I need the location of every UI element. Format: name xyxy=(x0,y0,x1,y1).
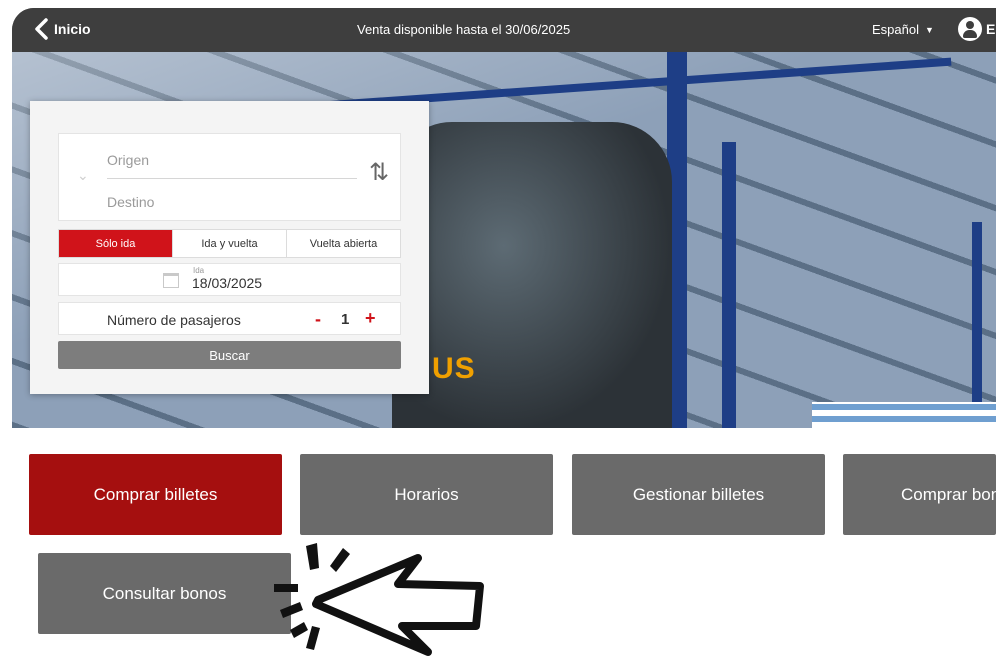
back-link[interactable]: Inicio xyxy=(34,18,91,40)
date-value: 18/03/2025 xyxy=(192,275,263,291)
search-button[interactable]: Buscar xyxy=(58,341,401,369)
back-label: Inicio xyxy=(54,21,91,37)
destination-input[interactable]: Destino xyxy=(107,194,154,210)
decrease-passengers-button[interactable]: - xyxy=(315,309,321,330)
passengers-label: Número de pasajeros xyxy=(107,312,241,328)
pointer-cursor-icon xyxy=(274,543,484,656)
user-icon xyxy=(958,17,982,41)
roof-pillar xyxy=(972,222,982,428)
date-field[interactable]: Ida 18/03/2025 xyxy=(58,263,401,296)
calendar-icon xyxy=(163,273,179,288)
top-bar: Inicio Venta disponible hasta el 30/06/2… xyxy=(12,8,996,52)
passengers-count: 1 xyxy=(341,311,350,328)
passengers-field: Número de pasajeros - 1 + xyxy=(58,302,401,335)
buy-tickets-button[interactable]: Comprar billetes xyxy=(29,454,282,535)
language-label: Español xyxy=(872,22,919,37)
schedules-button[interactable]: Horarios xyxy=(300,454,553,535)
buy-bonos-button[interactable]: Comprar bonos xyxy=(843,454,996,535)
trip-type-one-way[interactable]: Sólo ida xyxy=(59,230,173,257)
search-panel: ⌄ Origen Destino ⇅ Sólo ida Ida y vuelta… xyxy=(30,101,429,394)
check-bonos-button[interactable]: Consultar bonos xyxy=(38,553,291,634)
manage-tickets-button[interactable]: Gestionar billetes xyxy=(572,454,825,535)
increase-passengers-button[interactable]: + xyxy=(365,308,376,329)
origin-input[interactable]: Origen xyxy=(107,152,357,179)
trip-type-open-return[interactable]: Vuelta abierta xyxy=(287,230,400,257)
bus-sign: US xyxy=(432,352,476,385)
language-selector[interactable]: Español ▼ xyxy=(872,22,934,37)
trip-type-round-trip[interactable]: Ida y vuelta xyxy=(173,230,287,257)
double-chevron-down-icon: ⌄ xyxy=(77,167,89,183)
sale-notice: Venta disponible hasta el 30/06/2025 xyxy=(357,22,571,37)
user-initial: E xyxy=(986,21,996,37)
chevron-left-icon xyxy=(35,18,48,40)
roof-pillar xyxy=(722,142,736,428)
swap-icon[interactable]: ⇅ xyxy=(369,158,389,187)
caret-down-icon: ▼ xyxy=(924,24,934,35)
user-menu[interactable]: E xyxy=(958,17,995,41)
flag-stripes xyxy=(812,402,996,428)
trip-type-selector: Sólo ida Ida y vuelta Vuelta abierta xyxy=(58,229,401,258)
date-label: Ida xyxy=(193,266,205,275)
origin-destination-box: ⌄ Origen Destino ⇅ xyxy=(58,133,401,221)
